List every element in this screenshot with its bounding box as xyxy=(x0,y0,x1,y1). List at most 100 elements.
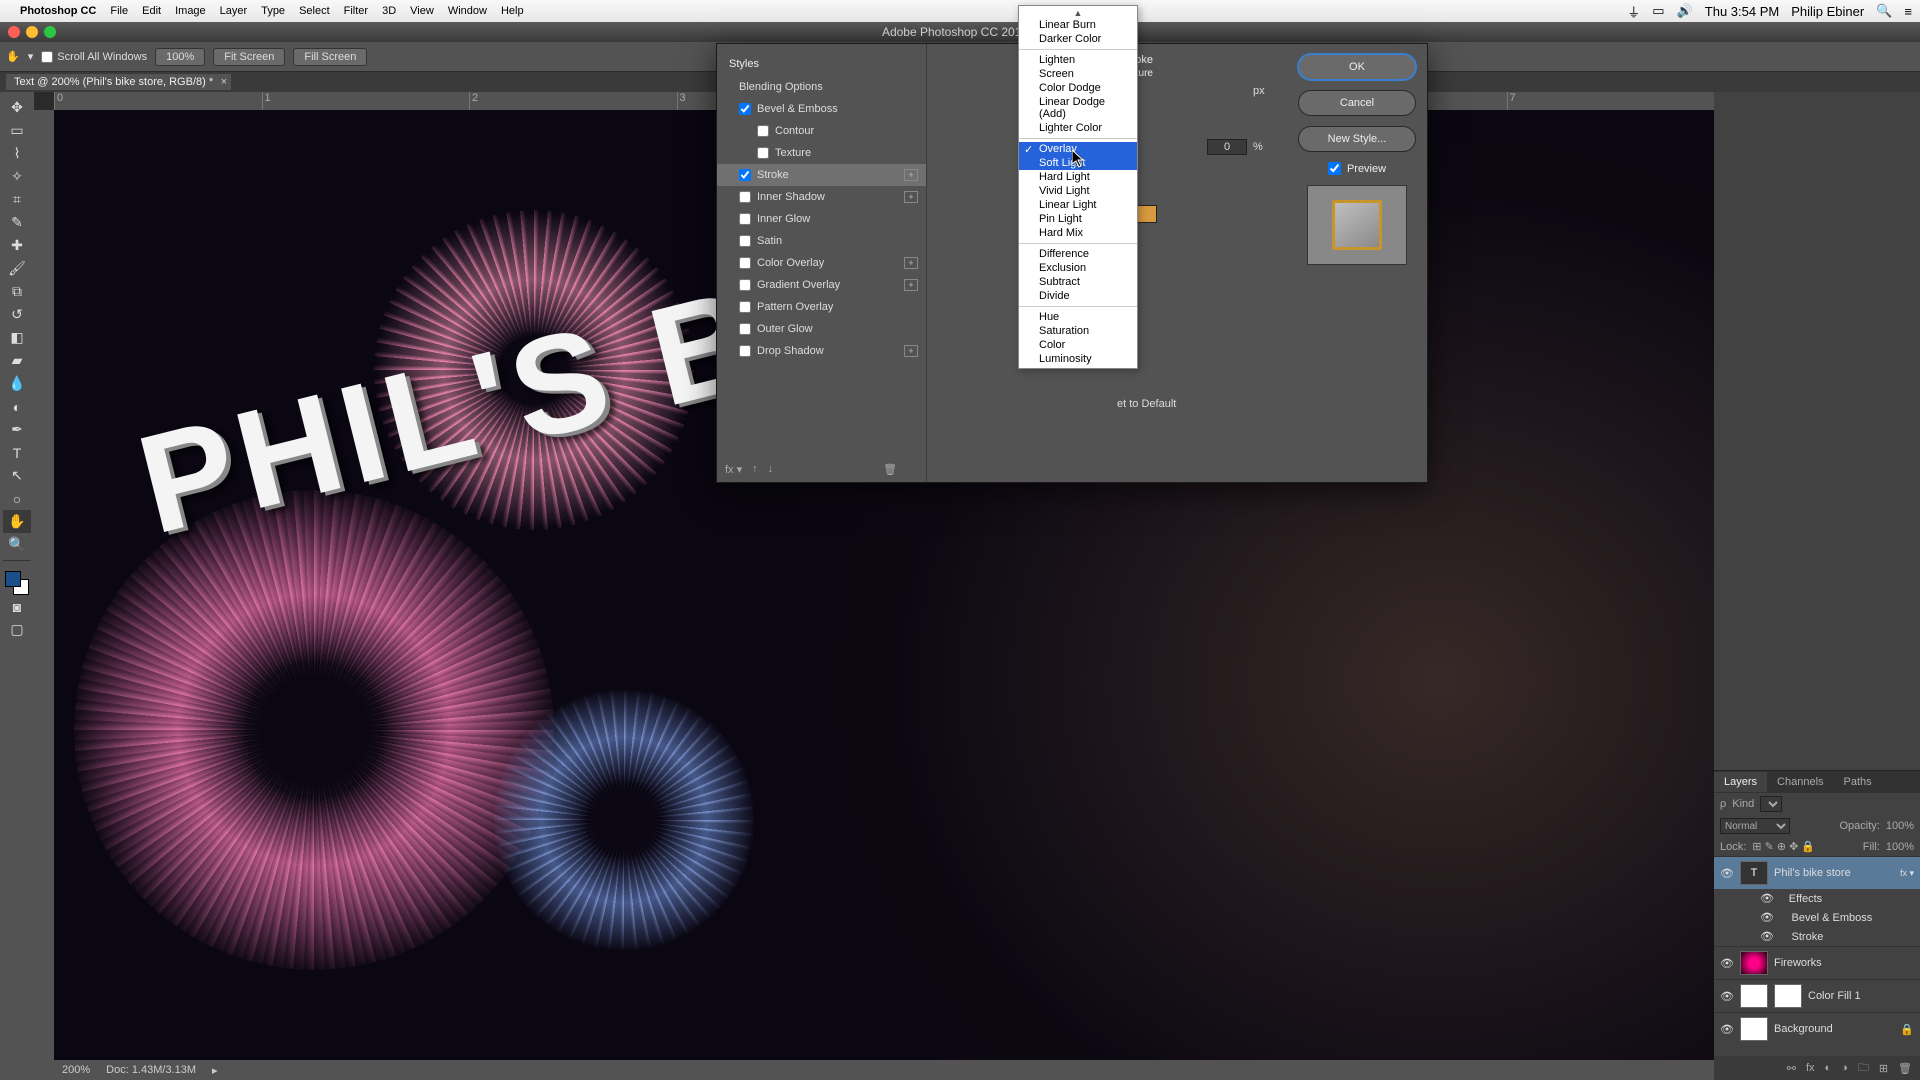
layer-mask-thumbnail[interactable] xyxy=(1774,984,1802,1008)
layer-row[interactable]: 👁 Fireworks xyxy=(1714,946,1920,979)
cancel-button[interactable]: Cancel xyxy=(1298,90,1416,116)
blend-mode-option[interactable]: Hard Mix xyxy=(1019,226,1137,240)
layer-thumbnail[interactable] xyxy=(1740,951,1768,975)
battery-icon[interactable]: ▭ xyxy=(1652,3,1664,19)
blend-mode-option[interactable]: Hard Light xyxy=(1019,170,1137,184)
add-icon[interactable]: + xyxy=(904,191,918,203)
zoom-level-button[interactable]: 100% xyxy=(155,48,205,66)
inner-glow-item[interactable]: Inner Glow xyxy=(717,208,926,230)
layer-thumbnail[interactable]: T xyxy=(1740,861,1768,885)
contour-item[interactable]: Contour xyxy=(717,120,926,142)
blend-mode-option[interactable]: Saturation xyxy=(1019,324,1137,338)
layer-effect-item[interactable]: 👁 Bevel & Emboss xyxy=(1714,908,1920,927)
blending-options-item[interactable]: Blending Options xyxy=(717,76,926,98)
blend-mode-option[interactable]: Linear Light xyxy=(1019,198,1137,212)
trash-icon[interactable]: 🗑 xyxy=(1898,1062,1912,1075)
status-doc-size[interactable]: Doc: 1.43M/3.13M xyxy=(106,1064,196,1076)
menu-help[interactable]: Help xyxy=(501,5,524,17)
gradient-tool-icon[interactable]: ▰ xyxy=(3,349,31,372)
stroke-item[interactable]: Stroke+ xyxy=(717,164,926,186)
layer-row[interactable]: 👁 Color Fill 1 xyxy=(1714,979,1920,1012)
blend-mode-option[interactable]: Color xyxy=(1019,338,1137,352)
blend-mode-option[interactable]: Darker Color xyxy=(1019,32,1137,46)
layer-effects-label[interactable]: 👁 Effects xyxy=(1714,889,1920,908)
fill-screen-button[interactable]: Fill Screen xyxy=(293,48,367,66)
pattern-overlay-item[interactable]: Pattern Overlay xyxy=(717,296,926,318)
preview-checkbox[interactable]: Preview xyxy=(1328,162,1386,175)
document-tab[interactable]: Text @ 200% (Phil's bike store, RGB/8) * xyxy=(6,74,231,90)
adjustment-icon[interactable]: ◑ xyxy=(1841,1062,1848,1074)
healing-tool-icon[interactable]: ✚ xyxy=(3,234,31,257)
layer-effect-item[interactable]: 👁 Stroke xyxy=(1714,927,1920,946)
menu-filter[interactable]: Filter xyxy=(344,5,368,17)
hand-tool-icon[interactable]: ✋ xyxy=(6,50,20,63)
fx-icon[interactable]: fx ▾ xyxy=(725,463,742,476)
menu-icon[interactable]: ≡ xyxy=(1904,4,1912,19)
zoom-tool-icon[interactable]: 🔍 xyxy=(3,533,31,556)
blend-mode-option[interactable]: Color Dodge xyxy=(1019,81,1137,95)
volume-icon[interactable]: 🔊 xyxy=(1677,3,1693,19)
opacity-input[interactable]: 0 xyxy=(1207,139,1247,155)
quick-mask-icon[interactable]: ◙ xyxy=(3,595,31,618)
eraser-tool-icon[interactable]: ◧ xyxy=(3,326,31,349)
type-tool-icon[interactable]: T xyxy=(3,441,31,464)
maximize-window-icon[interactable] xyxy=(44,26,56,38)
close-window-icon[interactable] xyxy=(8,26,20,38)
blend-mode-option[interactable]: Vivid Light xyxy=(1019,184,1137,198)
minimize-window-icon[interactable] xyxy=(26,26,38,38)
satin-item[interactable]: Satin xyxy=(717,230,926,252)
reset-default-button[interactable]: et to Default xyxy=(1117,398,1176,410)
move-tool-icon[interactable]: ✥ xyxy=(3,96,31,119)
trash-icon[interactable]: 🗑 xyxy=(883,463,897,476)
blend-mode-option[interactable]: Difference xyxy=(1019,247,1137,261)
color-overlay-item[interactable]: Color Overlay+ xyxy=(717,252,926,274)
blend-mode-option[interactable]: Exclusion xyxy=(1019,261,1137,275)
menu-edit[interactable]: Edit xyxy=(142,5,161,17)
stamp-tool-icon[interactable]: ⧉ xyxy=(3,280,31,303)
layer-row[interactable]: 👁 T Phil's bike store fx ▾ xyxy=(1714,856,1920,889)
visibility-icon[interactable]: 👁 xyxy=(1720,957,1734,970)
brush-tool-icon[interactable]: 🖌 xyxy=(3,257,31,280)
ruler-vertical[interactable] xyxy=(34,110,54,1080)
visibility-icon[interactable]: 👁 xyxy=(1720,867,1734,880)
up-arrow-icon[interactable]: ↑ xyxy=(752,463,758,476)
blur-tool-icon[interactable]: 💧 xyxy=(3,372,31,395)
blend-mode-option[interactable]: Linear Dodge (Add) xyxy=(1019,95,1137,121)
mask-icon[interactable]: ◐ xyxy=(1825,1062,1832,1074)
layer-row[interactable]: 👁 Background 🔒 xyxy=(1714,1012,1920,1045)
history-brush-tool-icon[interactable]: ↺ xyxy=(3,303,31,326)
inner-shadow-item[interactable]: Inner Shadow+ xyxy=(717,186,926,208)
magic-wand-tool-icon[interactable]: ✧ xyxy=(3,165,31,188)
down-arrow-icon[interactable]: ↓ xyxy=(768,463,774,476)
blend-mode-option[interactable]: Screen xyxy=(1019,67,1137,81)
marquee-tool-icon[interactable]: ▭ xyxy=(3,119,31,142)
pen-tool-icon[interactable]: ✒ xyxy=(3,418,31,441)
status-zoom[interactable]: 200% xyxy=(62,1064,90,1076)
fx-icon[interactable]: fx xyxy=(1806,1062,1815,1074)
blend-mode-select[interactable]: Normal xyxy=(1720,818,1790,834)
menu-select[interactable]: Select xyxy=(299,5,330,17)
wifi-icon[interactable]: ⏚ xyxy=(1627,2,1640,21)
spotlight-icon[interactable]: 🔍 xyxy=(1876,3,1892,19)
blend-mode-option[interactable]: Luminosity xyxy=(1019,352,1137,366)
drop-shadow-item[interactable]: Drop Shadow+ xyxy=(717,340,926,362)
bevel-emboss-item[interactable]: Bevel & Emboss xyxy=(717,98,926,120)
menu-3d[interactable]: 3D xyxy=(382,5,396,17)
ok-button[interactable]: OK xyxy=(1298,54,1416,80)
path-selection-tool-icon[interactable]: ↖ xyxy=(3,464,31,487)
shape-tool-icon[interactable]: ○ xyxy=(3,487,31,510)
scroll-all-checkbox[interactable]: Scroll All Windows xyxy=(41,51,147,63)
menu-view[interactable]: View xyxy=(410,5,434,17)
menu-window[interactable]: Window xyxy=(448,5,487,17)
blend-mode-option[interactable]: Pin Light xyxy=(1019,212,1137,226)
eyedropper-tool-icon[interactable]: ✎ xyxy=(3,211,31,234)
screen-mode-icon[interactable]: ▢ xyxy=(3,618,31,641)
blend-mode-option[interactable]: Lighten xyxy=(1019,53,1137,67)
texture-item[interactable]: Texture xyxy=(717,142,926,164)
tab-channels[interactable]: Channels xyxy=(1767,772,1833,792)
user-name[interactable]: Philip Ebiner xyxy=(1791,4,1864,19)
menu-layer[interactable]: Layer xyxy=(220,5,248,17)
visibility-icon[interactable]: 👁 xyxy=(1720,1023,1734,1036)
scroll-up-icon[interactable]: ▲ xyxy=(1019,8,1137,18)
add-icon[interactable]: + xyxy=(904,279,918,291)
